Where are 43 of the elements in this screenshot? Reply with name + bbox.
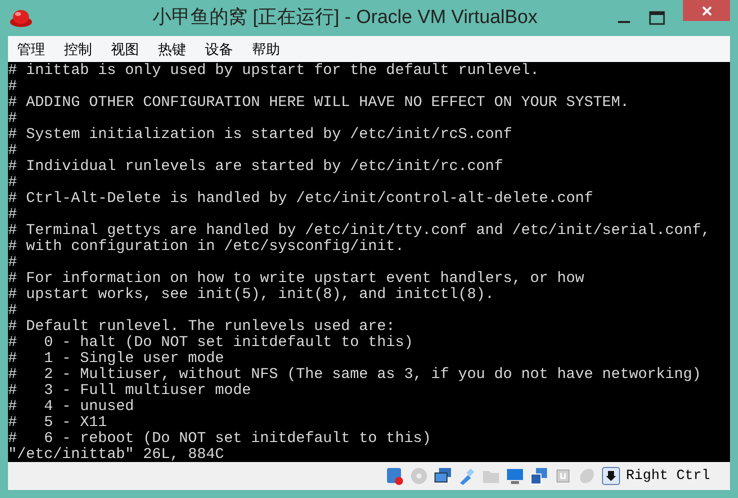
terminal-line: # For information on how to write upstart event handlers, or how — [8, 271, 584, 287]
terminal-line: # System initialization is started by /etc/init/rcS.conf — [8, 127, 512, 143]
usb-icon[interactable] — [458, 467, 476, 485]
terminal-line: # inittab is only used by upstart for the default runlevel. — [8, 63, 540, 79]
close-icon — [700, 4, 712, 16]
terminal-line: # Default runlevel. The runlevels used are: — [8, 319, 396, 335]
terminal-line: "/etc/inittab" 26L, 884C — [8, 447, 224, 463]
display-icon[interactable] — [506, 467, 524, 485]
terminal-line: # — [8, 303, 18, 319]
menu-item[interactable]: 热键 — [158, 38, 186, 60]
arrow-down-icon[interactable] — [602, 467, 620, 485]
terminal-line: # — [8, 111, 18, 127]
window-title: 小甲鱼的窝 [正在运行] - Oracle VM VirtualBox — [152, 6, 538, 30]
terminal-line: # 5 - X11 — [8, 415, 108, 431]
terminal-line: # 2 - Multiuser, without NFS (The same as 3, if you do not have networking) — [8, 367, 702, 383]
close-button[interactable] — [683, 0, 730, 21]
terminal-line: # Terminal gettys are handled by /etc/init/tty.conf and /etc/init/serial.conf, — [8, 223, 710, 239]
terminal-line: # 6 - reboot (Do NOT set initdefault to this) — [8, 431, 432, 447]
menu-item[interactable]: 控制 — [64, 38, 92, 60]
menu-item[interactable]: 视图 — [111, 38, 139, 60]
terminal-line: # — [8, 79, 18, 95]
chip-icon[interactable] — [554, 467, 572, 485]
terminal-line: # — [8, 175, 18, 191]
terminal-line: # 0 - halt (Do NOT set initdefault to this) — [8, 335, 414, 351]
terminal-line: # ADDING OTHER CONFIGURATION HERE WILL HAVE NO EFFECT ON YOUR SYSTEM. — [8, 95, 630, 111]
menu-item[interactable]: 帮助 — [252, 38, 280, 60]
terminal-line: # Ctrl-Alt-Delete is handled by /etc/init/control-alt-delete.conf — [8, 191, 594, 207]
terminal-line: # — [8, 143, 18, 159]
network-icon[interactable] — [434, 467, 452, 485]
terminal-line: # upstart works, see init(5), init(8), and initctl(8). — [8, 287, 494, 303]
app-logo-icon — [9, 8, 33, 28]
menu-item[interactable]: 设备 — [205, 38, 233, 60]
menu-item[interactable]: 管理 — [17, 38, 45, 60]
terminal-line: # — [8, 255, 18, 271]
maximize-icon[interactable] — [649, 11, 665, 25]
terminal-line: # 1 - Single user mode — [8, 351, 224, 367]
terminal-line: # 3 - Full multiuser mode — [8, 383, 252, 399]
windows-icon[interactable] — [530, 467, 548, 485]
terminal-line: # Individual runlevels are started by /etc/init/rc.conf — [8, 159, 504, 175]
terminal-line: # — [8, 207, 18, 223]
terminal-line: # 4 - unused — [8, 399, 134, 415]
host-key-label: Right Ctrl — [626, 466, 710, 486]
terminal-line: # with configuration in /etc/sysconfig/init. — [8, 239, 404, 255]
